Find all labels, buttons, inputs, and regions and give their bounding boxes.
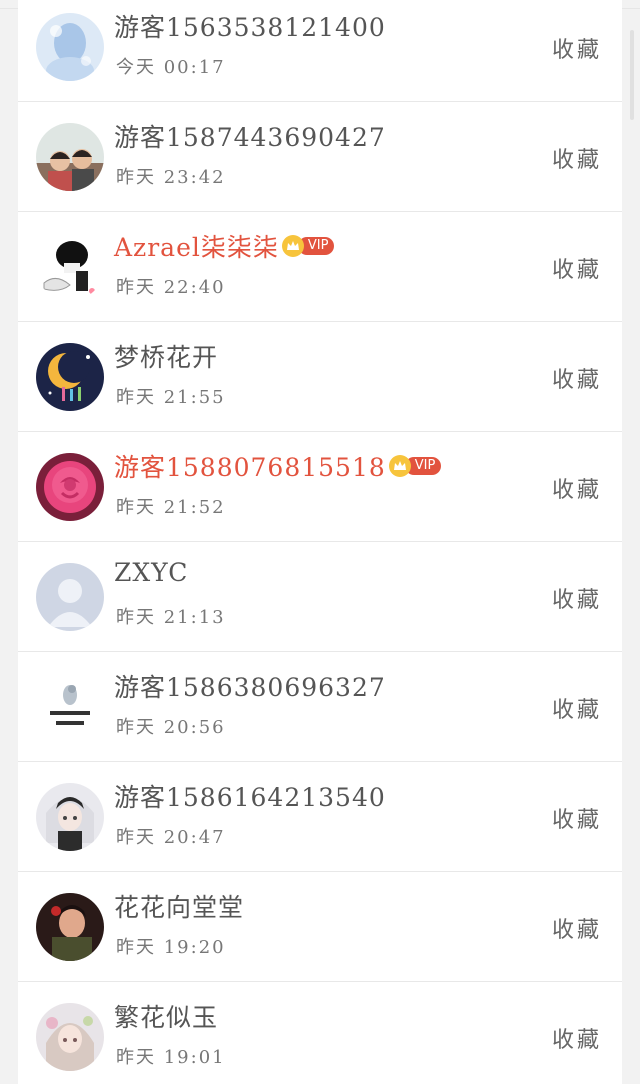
collect-button[interactable]: 收藏	[552, 582, 602, 614]
visit-time: 昨天 20:56	[116, 717, 226, 738]
visit-time: 今天 00:17	[116, 57, 226, 78]
anime-girl-avatar-icon[interactable]	[36, 1003, 104, 1071]
visit-time: 昨天 21:55	[116, 387, 226, 408]
username[interactable]: ZXYC	[114, 558, 188, 587]
username[interactable]: 游客1586164213540	[114, 778, 386, 814]
collect-button[interactable]: 收藏	[552, 142, 602, 174]
visitor-list: 游客1563538121400 今天 00:17 收藏 游客1587443690…	[18, 0, 622, 1084]
list-item[interactable]: 梦桥花开 昨天 21:55 收藏	[18, 322, 622, 432]
list-item[interactable]: ZXYC 昨天 21:13 收藏	[18, 542, 622, 652]
visit-time: 昨天 20:47	[116, 827, 226, 848]
username[interactable]: 花花向堂堂	[114, 888, 244, 924]
collect-button[interactable]: 收藏	[552, 802, 602, 834]
visit-time: 昨天 21:13	[116, 607, 226, 628]
default-person-avatar-icon[interactable]	[36, 563, 104, 631]
visit-time: 昨天 23:42	[116, 167, 226, 188]
list-item[interactable]: Azrael柒柒柒 VIP 昨天 22:40 收藏	[18, 212, 622, 322]
username[interactable]: 游客1563538121400	[114, 8, 386, 44]
visit-time: 昨天 22:40	[116, 277, 226, 298]
crown-icon	[281, 235, 304, 257]
visit-time: 昨天 19:01	[116, 1047, 226, 1068]
anime-character-avatar-icon[interactable]	[36, 783, 104, 851]
collect-button[interactable]: 收藏	[552, 472, 602, 504]
list-item[interactable]: 游客1586164213540 昨天 20:47 收藏	[18, 762, 622, 872]
blue-illustration-avatar-icon[interactable]	[36, 13, 104, 81]
two-people-photo-avatar-icon[interactable]	[36, 123, 104, 191]
username[interactable]: 繁花似玉	[114, 998, 218, 1034]
list-item[interactable]: 游客1588076815518 VIP 昨天 21:52 收藏	[18, 432, 622, 542]
username[interactable]: 游客1586380696327	[114, 668, 386, 704]
vip-badge: VIP	[281, 235, 335, 257]
list-item[interactable]: 游客1587443690427 昨天 23:42 收藏	[18, 102, 622, 212]
visitor-list-screen: 游客1563538121400 今天 00:17 收藏 游客1587443690…	[0, 0, 640, 1084]
username[interactable]: 梦桥花开	[114, 338, 218, 374]
text-meme-avatar-icon[interactable]	[36, 673, 104, 741]
portrait-photo-avatar-icon[interactable]	[36, 893, 104, 961]
list-item[interactable]: 花花向堂堂 昨天 19:20 收藏	[18, 872, 622, 982]
username[interactable]: 游客1588076815518	[114, 448, 386, 484]
cartoon-black-hair-avatar-icon[interactable]	[36, 233, 104, 301]
visit-time: 昨天 21:52	[116, 497, 226, 518]
username[interactable]: 游客1587443690427	[114, 118, 386, 154]
collect-button[interactable]: 收藏	[552, 362, 602, 394]
list-item[interactable]: 繁花似玉 昨天 19:01 收藏	[18, 982, 622, 1084]
scrollbar[interactable]	[630, 30, 634, 120]
collect-button[interactable]: 收藏	[552, 912, 602, 944]
vip-badge: VIP	[388, 455, 442, 477]
collect-button[interactable]: 收藏	[552, 252, 602, 284]
pink-rose-avatar-icon[interactable]	[36, 453, 104, 521]
collect-button[interactable]: 收藏	[552, 692, 602, 724]
collect-button[interactable]: 收藏	[552, 32, 602, 64]
visit-time: 昨天 19:20	[116, 937, 226, 958]
list-item[interactable]: 游客1586380696327 昨天 20:56 收藏	[18, 652, 622, 762]
username[interactable]: Azrael柒柒柒	[114, 228, 279, 264]
list-item[interactable]: 游客1563538121400 今天 00:17 收藏	[18, 0, 622, 102]
crown-icon	[388, 455, 411, 477]
collect-button[interactable]: 收藏	[552, 1022, 602, 1054]
crescent-moon-avatar-icon[interactable]	[36, 343, 104, 411]
